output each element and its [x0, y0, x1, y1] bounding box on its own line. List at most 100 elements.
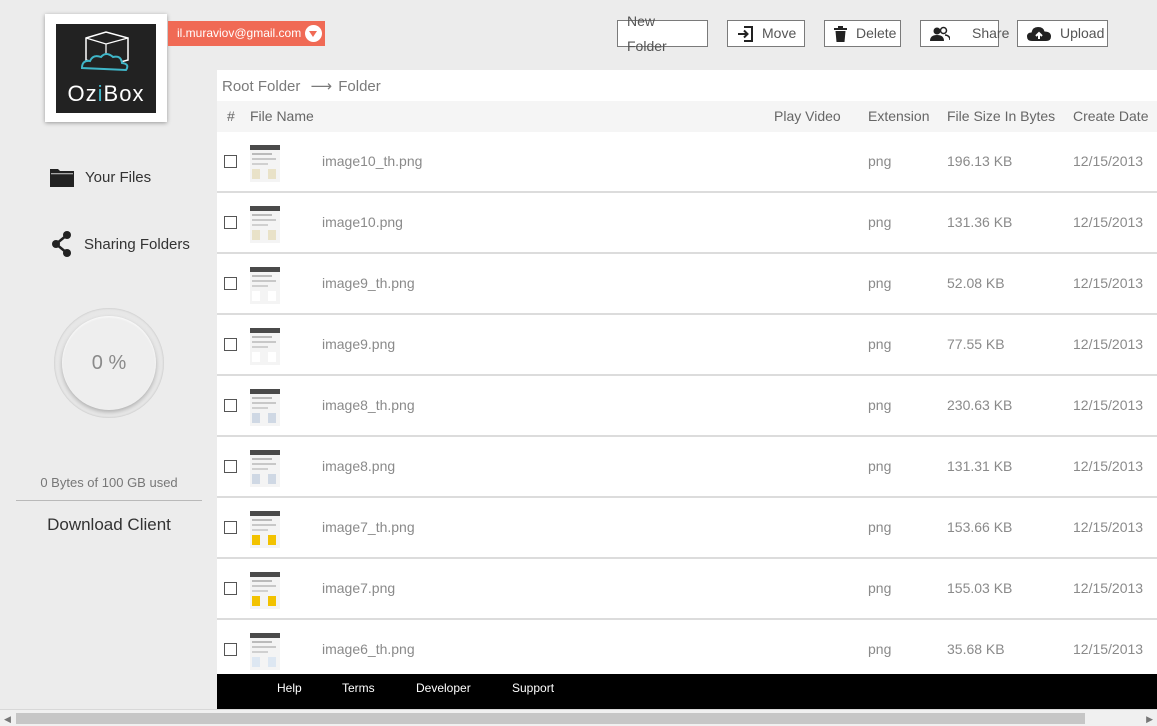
- account-email: il.muraviov@gmail.com: [177, 26, 302, 40]
- row-checkbox[interactable]: [224, 216, 237, 229]
- breadcrumb-current[interactable]: Folder: [338, 78, 381, 95]
- row-checkbox[interactable]: [224, 582, 237, 595]
- file-thumbnail[interactable]: [250, 511, 280, 548]
- table-row[interactable]: image10.png png 131.36 KB 12/15/2013: [217, 193, 1157, 254]
- file-name[interactable]: image7.png: [322, 559, 395, 618]
- file-date: 12/15/2013: [1073, 336, 1144, 352]
- file-browser: Root Folder ⟶ Folder # File Name Play Vi…: [217, 70, 1157, 674]
- row-checkbox[interactable]: [224, 643, 237, 656]
- row-checkbox[interactable]: [224, 399, 237, 412]
- folder-icon: [50, 169, 74, 187]
- sidebar-item-your-files[interactable]: Your Files: [50, 167, 151, 187]
- file-date: 12/15/2013: [1073, 580, 1144, 596]
- header-index: #: [227, 108, 235, 124]
- horizontal-scrollbar[interactable]: ◀ ▶: [0, 709, 1157, 726]
- footer-developer-link[interactable]: Developer: [416, 674, 471, 702]
- file-thumbnail[interactable]: [250, 633, 280, 670]
- header-extension[interactable]: Extension: [868, 101, 929, 132]
- file-name[interactable]: image10_th.png: [322, 132, 422, 191]
- header-file-name[interactable]: File Name: [250, 101, 314, 132]
- row-checkbox[interactable]: [224, 460, 237, 473]
- row-checkbox[interactable]: [224, 277, 237, 290]
- row-checkbox[interactable]: [224, 155, 237, 168]
- file-size: 131.31 KB: [947, 458, 1013, 474]
- account-dropdown[interactable]: il.muraviov@gmail.com: [168, 21, 325, 46]
- footer-help-link[interactable]: Help: [277, 674, 302, 702]
- file-extension: png: [868, 336, 892, 352]
- file-date: 12/15/2013: [1073, 397, 1144, 413]
- file-name[interactable]: image9_th.png: [322, 254, 415, 313]
- footer: Help Terms Developer Support: [217, 674, 1157, 709]
- row-checkbox[interactable]: [224, 338, 237, 351]
- file-thumbnail[interactable]: [250, 389, 280, 426]
- header-date[interactable]: Create Date: [1073, 101, 1148, 132]
- file-thumbnail[interactable]: [250, 450, 280, 487]
- file-extension: png: [868, 397, 892, 413]
- trash-icon: [834, 25, 847, 42]
- file-extension: png: [868, 580, 892, 596]
- footer-support-link[interactable]: Support: [512, 674, 554, 702]
- file-name[interactable]: image9.png: [322, 315, 395, 374]
- logo-card[interactable]: OziBox: [45, 14, 167, 122]
- table-row[interactable]: image8.png png 131.31 KB 12/15/2013: [217, 437, 1157, 498]
- file-date: 12/15/2013: [1073, 641, 1144, 657]
- table-row[interactable]: image6_th.png png 35.68 KB 12/15/2013: [217, 620, 1157, 674]
- scroll-right-icon[interactable]: ▶: [1146, 714, 1153, 725]
- header-size[interactable]: File Size In Bytes: [947, 101, 1055, 132]
- file-size: 131.36 KB: [947, 214, 1013, 230]
- header-play-video[interactable]: Play Video: [774, 101, 841, 132]
- ozibox-logo: OziBox: [56, 24, 156, 113]
- file-list: image10_th.png png 196.13 KB 12/15/2013 imag…: [217, 132, 1157, 674]
- table-row[interactable]: image8_th.png png 230.63 KB 12/15/2013: [217, 376, 1157, 437]
- file-date: 12/15/2013: [1073, 275, 1144, 291]
- file-date: 12/15/2013: [1073, 519, 1144, 535]
- upload-button[interactable]: Upload: [1017, 20, 1108, 47]
- cloud-upload-icon: [1027, 26, 1051, 41]
- file-thumbnail[interactable]: [250, 206, 280, 243]
- table-row[interactable]: image10_th.png png 196.13 KB 12/15/2013: [217, 132, 1157, 193]
- file-thumbnail[interactable]: [250, 267, 280, 304]
- file-date: 12/15/2013: [1073, 153, 1144, 169]
- download-client-link[interactable]: Download Client: [16, 515, 202, 535]
- cloud-box-icon: [80, 31, 129, 72]
- storage-percent: 0 %: [62, 316, 156, 410]
- file-date: 12/15/2013: [1073, 214, 1144, 230]
- breadcrumb-root[interactable]: Root Folder: [222, 78, 300, 95]
- file-thumbnail[interactable]: [250, 328, 280, 365]
- row-checkbox[interactable]: [224, 521, 237, 534]
- storage-usage-text: 0 Bytes of 100 GB used: [40, 475, 178, 490]
- file-size: 153.66 KB: [947, 519, 1013, 535]
- file-name[interactable]: image7_th.png: [322, 498, 415, 557]
- file-size: 155.03 KB: [947, 580, 1013, 596]
- file-extension: png: [868, 153, 892, 169]
- file-extension: png: [868, 641, 892, 657]
- chevron-down-icon[interactable]: [305, 25, 322, 42]
- move-icon: [738, 25, 753, 42]
- file-thumbnail[interactable]: [250, 572, 280, 609]
- file-size: 35.68 KB: [947, 641, 1005, 657]
- file-name[interactable]: image8.png: [322, 437, 395, 496]
- file-size: 52.08 KB: [947, 275, 1005, 291]
- new-folder-button[interactable]: New Folder: [617, 13, 708, 54]
- scroll-left-icon[interactable]: ◀: [4, 714, 11, 725]
- file-size: 196.13 KB: [947, 153, 1013, 169]
- file-name[interactable]: image8_th.png: [322, 376, 415, 435]
- share-button[interactable]: Share: [920, 20, 1009, 47]
- file-size: 77.55 KB: [947, 336, 1005, 352]
- file-extension: png: [868, 519, 892, 535]
- table-header: # File Name Play Video Extension File Si…: [217, 101, 1157, 132]
- table-row[interactable]: image9_th.png png 52.08 KB 12/15/2013: [217, 254, 1157, 315]
- scrollbar-thumb[interactable]: [16, 713, 1085, 724]
- table-row[interactable]: image7_th.png png 153.66 KB 12/15/2013: [217, 498, 1157, 559]
- table-row[interactable]: image9.png png 77.55 KB 12/15/2013: [217, 315, 1157, 376]
- file-extension: png: [868, 458, 892, 474]
- table-row[interactable]: image7.png png 155.03 KB 12/15/2013: [217, 559, 1157, 620]
- sidebar-item-sharing-folders[interactable]: Sharing Folders: [50, 231, 190, 257]
- footer-terms-link[interactable]: Terms: [342, 674, 375, 702]
- breadcrumb: Root Folder ⟶ Folder: [222, 77, 381, 95]
- delete-button[interactable]: Delete: [824, 20, 901, 47]
- file-thumbnail[interactable]: [250, 145, 280, 182]
- move-button[interactable]: Move: [727, 20, 805, 47]
- file-name[interactable]: image6_th.png: [322, 620, 415, 674]
- file-name[interactable]: image10.png: [322, 193, 403, 252]
